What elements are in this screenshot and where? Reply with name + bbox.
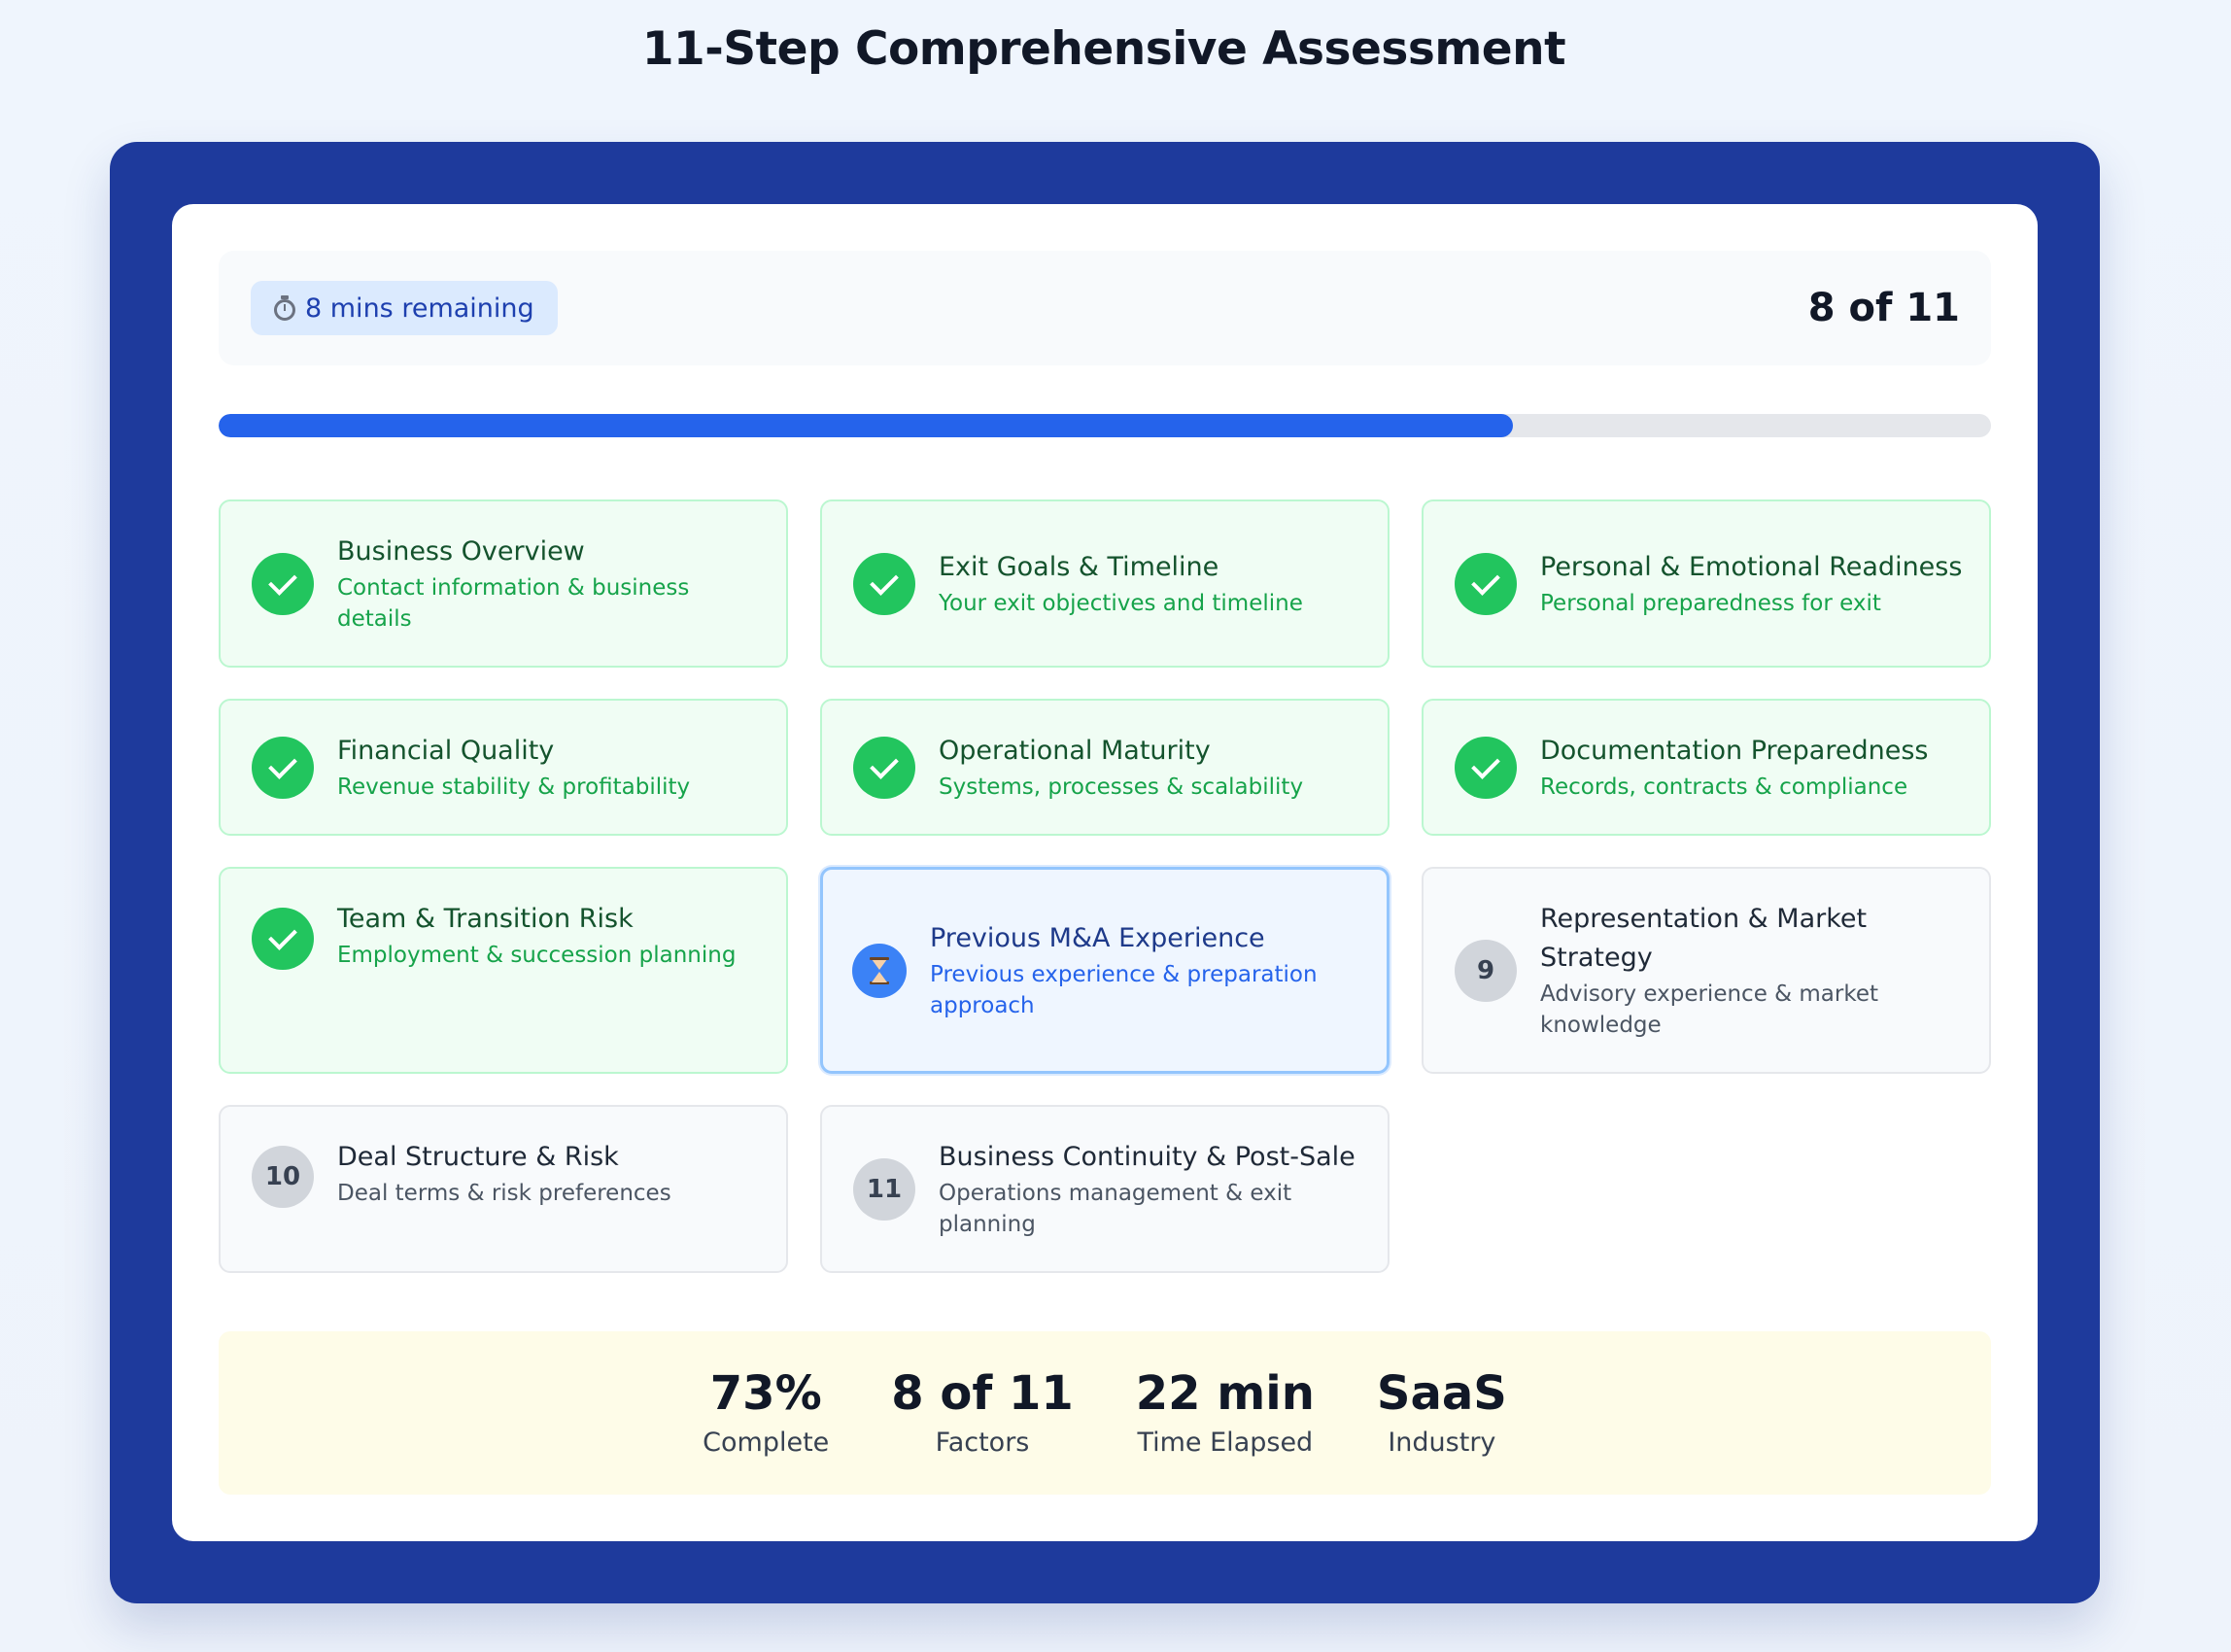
step-card-team-transition[interactable]: Team & Transition Risk Employment & succ… — [219, 867, 788, 1074]
assessment-header: 8 mins remaining 8 of 11 — [219, 251, 1991, 365]
stat-factors: 8 of 11 Factors — [891, 1364, 1073, 1462]
step-title: Operational Maturity — [939, 736, 1211, 766]
step-description: Deal terms & risk preferences — [337, 1181, 671, 1206]
stat-complete: 73% Complete — [703, 1364, 829, 1462]
stat-label: Complete — [703, 1428, 830, 1458]
stat-label: Time Elapsed — [1137, 1428, 1314, 1458]
time-remaining-text: 8 mins remaining — [305, 293, 534, 324]
step-title: Representation & Market Strategy — [1540, 904, 1868, 973]
page-title: 11-Step Comprehensive Assessment — [641, 22, 1566, 76]
step-number-badge: 11 — [853, 1157, 915, 1221]
step-title: Team & Transition Risk — [337, 904, 634, 934]
step-title: Financial Quality — [337, 736, 555, 766]
step-title: Business Overview — [337, 536, 585, 567]
check-icon — [1455, 736, 1517, 799]
step-card-business-continuity[interactable]: 11 Business Continuity & Post-Sale Opera… — [820, 1105, 1390, 1273]
step-card-operational-maturity[interactable]: Operational Maturity Systems, processes … — [820, 699, 1390, 836]
step-card-financial-quality[interactable]: Financial Quality Revenue stability & pr… — [219, 699, 788, 836]
step-title: Documentation Preparedness — [1540, 736, 1929, 766]
step-description: Revenue stability & profitability — [337, 774, 691, 800]
step-card-exit-goals[interactable]: Exit Goals & Timeline Your exit objectiv… — [820, 499, 1390, 668]
step-title: Personal & Emotional Readiness — [1540, 552, 1963, 582]
step-description: Employment & succession planning — [337, 943, 737, 968]
step-card-previous-ma[interactable]: Previous M&A Experience Previous experie… — [820, 867, 1390, 1074]
stopwatch-icon — [274, 295, 295, 321]
step-card-documentation[interactable]: Documentation Preparedness Records, cont… — [1422, 699, 1991, 836]
step-title: Deal Structure & Risk — [337, 1142, 619, 1172]
stat-value: 8 of 11 — [891, 1366, 1074, 1421]
assessment-card: 8 mins remaining 8 of 11 Business Overvi… — [172, 204, 2038, 1541]
step-title: Previous M&A Experience — [930, 923, 1265, 953]
check-icon — [853, 552, 915, 615]
hourglass-icon — [852, 943, 907, 998]
stat-value: 22 min — [1135, 1366, 1315, 1421]
step-number-badge: 9 — [1455, 939, 1517, 1002]
assessment-frame: 8 mins remaining 8 of 11 Business Overvi… — [110, 142, 2100, 1603]
stat-time-elapsed: 22 min Time Elapsed — [1136, 1364, 1315, 1462]
progress-bar — [219, 414, 1991, 437]
step-card-deal-structure[interactable]: 10 Deal Structure & Risk Deal terms & ri… — [219, 1105, 788, 1273]
stats-summary: 73% Complete 8 of 11 Factors 22 min Time… — [219, 1331, 1991, 1495]
check-icon — [853, 736, 915, 799]
stat-label: Industry — [1388, 1428, 1496, 1458]
step-description: Contact information & business details — [337, 575, 690, 632]
step-description: Your exit objectives and timeline — [939, 591, 1303, 616]
stat-label: Factors — [935, 1428, 1030, 1458]
stat-value: 73% — [709, 1366, 822, 1421]
step-card-representation[interactable]: 9 Representation & Market Strategy Advis… — [1422, 867, 1991, 1074]
check-icon — [252, 908, 314, 970]
steps-grid: Business Overview Contact information & … — [219, 499, 1991, 1273]
step-card-business-overview[interactable]: Business Overview Contact information & … — [219, 499, 788, 668]
check-icon — [252, 552, 314, 615]
check-icon — [252, 736, 314, 799]
step-description: Personal preparedness for exit — [1540, 591, 1881, 616]
stat-industry: SaaS Industry — [1377, 1364, 1507, 1462]
check-icon — [1455, 552, 1517, 615]
step-description: Previous experience & preparation approa… — [930, 962, 1318, 1018]
stat-value: SaaS — [1376, 1366, 1507, 1421]
step-description: Records, contracts & compliance — [1540, 774, 1908, 800]
step-title: Business Continuity & Post-Sale — [939, 1142, 1356, 1172]
step-description: Systems, processes & scalability — [939, 774, 1304, 800]
time-remaining-badge: 8 mins remaining — [251, 281, 558, 335]
progress-fill — [219, 414, 1513, 437]
step-counter: 8 of 11 — [1807, 286, 1960, 330]
step-description: Advisory experience & market knowledge — [1540, 981, 1879, 1038]
step-number-badge: 10 — [252, 1146, 314, 1208]
step-title: Exit Goals & Timeline — [939, 552, 1219, 582]
step-card-personal-readiness[interactable]: Personal & Emotional Readiness Personal … — [1422, 499, 1991, 668]
step-description: Operations management & exit planning — [939, 1181, 1292, 1237]
